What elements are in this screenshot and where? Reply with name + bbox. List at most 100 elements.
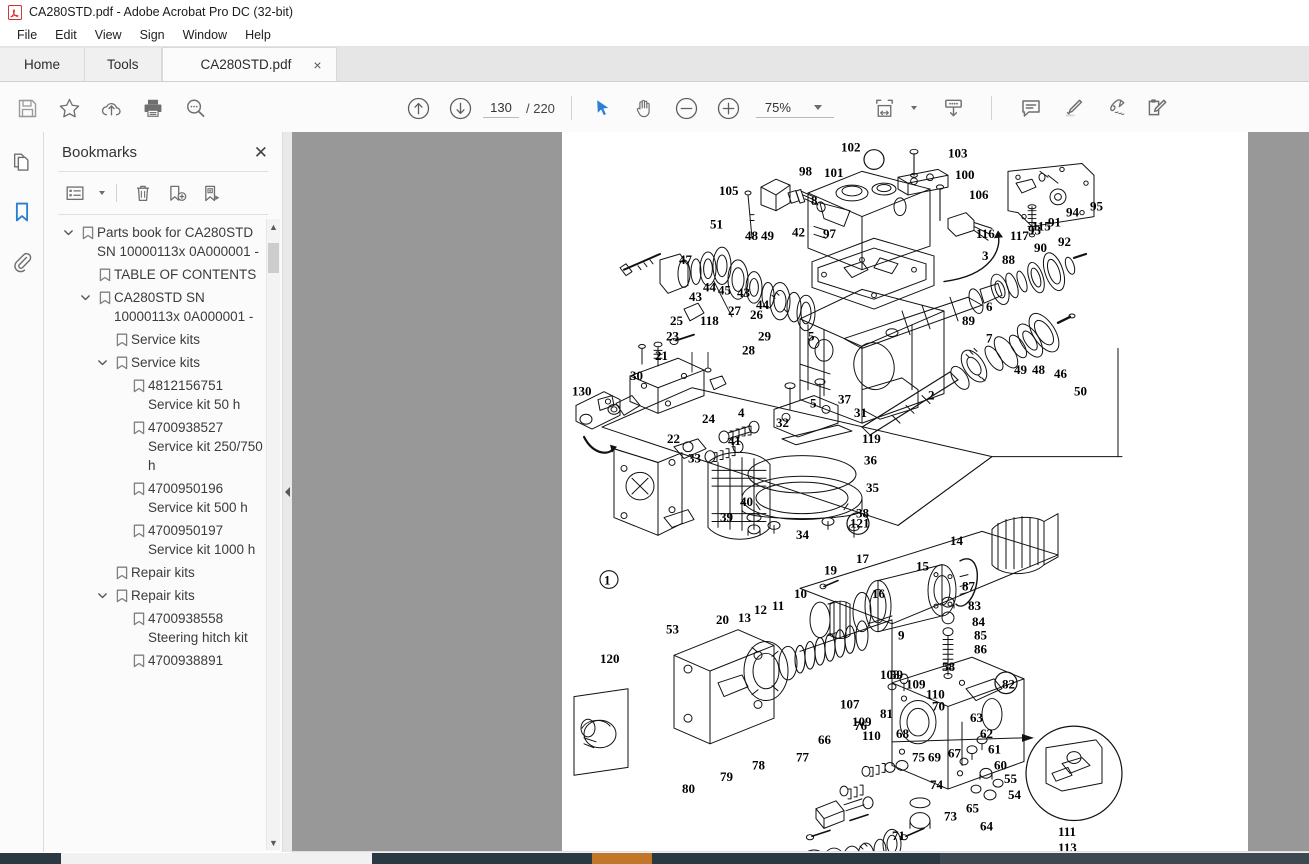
attachments-button[interactable]	[8, 248, 36, 276]
svg-text:111: 111	[1058, 825, 1076, 839]
bookmark-options-chevron-down-icon[interactable]	[99, 191, 105, 195]
svg-text:28: 28	[742, 343, 756, 357]
bookmark-icon	[129, 418, 148, 435]
title-bar: CA280STD.pdf - Adobe Acrobat Pro DC (32-…	[0, 0, 1309, 24]
bookmark-icon	[95, 288, 114, 305]
chevron-down-icon[interactable]	[75, 288, 95, 303]
bookmark-label: 4700938527 Service kit 250/750 h	[148, 420, 263, 473]
svg-text:78: 78	[752, 758, 766, 772]
bookmark-icon	[95, 265, 114, 282]
svg-text:69: 69	[928, 751, 941, 765]
svg-text:116: 116	[976, 227, 995, 241]
chevron-down-icon[interactable]	[92, 353, 112, 368]
bookmark-item[interactable]: 4700938527 Service kit 250/750 h	[44, 416, 282, 477]
next-page-button[interactable]	[439, 87, 481, 129]
scroll-mode-button[interactable]	[933, 87, 975, 129]
bookmark-item[interactable]: Service kits	[44, 351, 282, 374]
chevron-down-icon[interactable]	[813, 104, 822, 110]
close-icon[interactable]: ×	[313, 58, 321, 72]
set-destination-button[interactable]	[196, 180, 226, 206]
os-taskbar	[0, 853, 1309, 864]
bookmark-item[interactable]: Service kits	[44, 328, 282, 351]
pdf-page: 102 103 98 101 100 106 105 51 48 49 42 8 97 3 4…	[562, 132, 1248, 852]
chevron-down-icon[interactable]	[58, 223, 78, 238]
hand-tool-button[interactable]	[624, 87, 666, 129]
upload-to-cloud-button[interactable]	[90, 87, 132, 129]
cursor-arrow-icon	[597, 100, 609, 116]
add-to-favorites-button[interactable]	[48, 87, 90, 129]
bookmark-icon	[112, 330, 131, 347]
scroll-down-icon[interactable]: ▼	[267, 835, 280, 850]
close-icon[interactable]: ✕	[254, 144, 268, 161]
sign-button[interactable]	[1094, 87, 1136, 129]
tab-document[interactable]: CA280STD.pdf ×	[161, 47, 337, 81]
svg-text:59: 59	[890, 668, 903, 682]
scroll-up-icon[interactable]: ▲	[267, 219, 280, 234]
document-viewport[interactable]: 102 103 98 101 100 106 105 51 48 49 42 8 97 3 4…	[292, 132, 1309, 852]
comment-button[interactable]	[1010, 87, 1052, 129]
zoom-out-icon	[676, 97, 698, 119]
print-button[interactable]	[132, 87, 174, 129]
menu-item-sign[interactable]: Sign	[131, 26, 174, 44]
svg-text:103: 103	[948, 147, 967, 161]
bookmark-item[interactable]: CA280STD SN 10000113x 0A000001 -	[44, 286, 282, 328]
tab-home[interactable]: Home	[0, 48, 86, 81]
new-bookmark-button[interactable]	[162, 180, 192, 206]
svg-text:1: 1	[604, 574, 610, 588]
bookmarks-button[interactable]	[8, 198, 36, 226]
svg-text:73: 73	[944, 810, 957, 824]
bookmark-label: 4700950197 Service kit 1000 h	[148, 523, 256, 557]
delete-bookmark-button[interactable]	[128, 180, 158, 206]
zoom-level-control[interactable]: 75%	[755, 99, 834, 118]
page-thumbnails-button[interactable]	[8, 148, 36, 176]
bookmark-item[interactable]: 4812156751 Service kit 50 h	[44, 374, 282, 416]
svg-text:29: 29	[758, 330, 771, 344]
bookmark-item[interactable]: 4700950196 Service kit 500 h	[44, 477, 282, 519]
bookmark-item[interactable]: Repair kits	[44, 584, 282, 607]
search-button[interactable]	[174, 87, 216, 129]
svg-text:71: 71	[892, 829, 905, 843]
bookmark-item[interactable]: 4700938891	[44, 649, 282, 672]
bookmark-item[interactable]: Parts book for CA280STD SN 10000113x 0A0…	[44, 221, 282, 263]
menu-item-file[interactable]: File	[8, 26, 46, 44]
page-scroll-icon	[945, 99, 963, 116]
svg-text:12: 12	[754, 603, 767, 617]
svg-text:49: 49	[761, 229, 774, 243]
fill-and-sign-icon	[1148, 99, 1167, 116]
select-tool-button[interactable]	[582, 87, 624, 129]
bookmark-item[interactable]: TABLE OF CONTENTS	[44, 263, 282, 286]
tab-tools[interactable]: Tools	[85, 48, 162, 81]
svg-text:101: 101	[824, 166, 843, 180]
panel-collapse-handle[interactable]	[283, 132, 292, 852]
menu-item-window[interactable]: Window	[174, 26, 236, 44]
zoom-level-value: 75%	[764, 99, 791, 115]
bookmark-item[interactable]: 4700950197 Service kit 1000 h	[44, 519, 282, 561]
zoom-in-button[interactable]	[708, 87, 750, 129]
save-button[interactable]	[6, 87, 48, 129]
svg-text:10: 10	[794, 587, 807, 601]
zoom-out-button[interactable]	[666, 87, 708, 129]
chevron-down-icon[interactable]	[92, 586, 112, 601]
page-number-input[interactable]	[483, 98, 519, 118]
svg-text:77: 77	[796, 751, 810, 765]
bookmark-icon	[129, 376, 148, 393]
bookmark-item[interactable]: Repair kits	[44, 561, 282, 584]
highlight-button[interactable]	[1052, 87, 1094, 129]
parts-diagram-svg: 102 103 98 101 100106 10551 48 49 428 973 4…	[572, 141, 1123, 852]
svg-text:26: 26	[750, 308, 764, 322]
fill-and-sign-button[interactable]	[1136, 87, 1178, 129]
fit-page-button[interactable]	[864, 87, 906, 129]
svg-text:37: 37	[838, 393, 852, 407]
svg-text:7: 7	[986, 332, 993, 346]
previous-page-button[interactable]	[397, 87, 439, 129]
scrollbar-thumb[interactable]	[268, 243, 279, 273]
svg-text:23: 23	[666, 330, 679, 344]
menu-item-edit[interactable]: Edit	[46, 26, 86, 44]
bookmark-item[interactable]: 4700938558 Steering hitch kit	[44, 607, 282, 649]
svg-text:60: 60	[994, 758, 1007, 772]
bookmarks-scrollbar[interactable]: ▲ ▼	[266, 219, 280, 850]
menu-item-help[interactable]: Help	[236, 26, 280, 44]
menu-item-view[interactable]: View	[86, 26, 131, 44]
bookmark-options-button[interactable]	[60, 180, 90, 206]
fit-page-chevron-down-icon[interactable]	[910, 106, 917, 110]
